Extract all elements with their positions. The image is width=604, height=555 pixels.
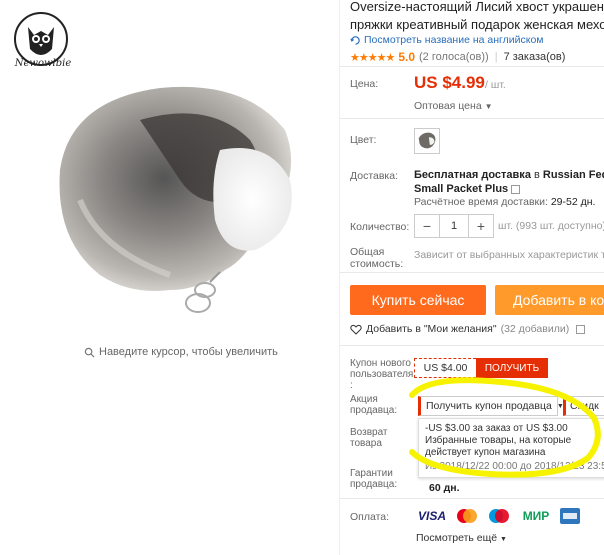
- wholesale-price-label[interactable]: Оптовая цена: [414, 100, 482, 112]
- wishlist-label[interactable]: Добавить в "Мои желания": [366, 323, 497, 335]
- quantity-available: шт. (993 шт. доступно): [498, 220, 604, 232]
- magnifier-icon: [84, 347, 95, 358]
- divider: [340, 66, 604, 67]
- coupon-value: US $4.00: [414, 358, 476, 378]
- returns-label-line: Возврат: [350, 427, 388, 438]
- shipping-method[interactable]: Small Packet Plus: [414, 183, 508, 195]
- price-label: Цена:: [350, 78, 379, 90]
- chevron-down-icon[interactable]: [576, 324, 586, 334]
- warranty-label-line: продавца:: [350, 479, 398, 490]
- product-image-fox-tail[interactable]: [20, 60, 320, 330]
- column-divider: [339, 0, 340, 555]
- zoom-hint: Наведите курсор, чтобы увеличить: [84, 346, 278, 358]
- quantity-plus-button[interactable]: +: [469, 215, 493, 237]
- delivery-label: Доставка:: [350, 170, 399, 182]
- shipping-country[interactable]: Russian Federati: [543, 169, 604, 181]
- total-price-note: Зависит от выбранных характеристик тов: [414, 249, 604, 261]
- returns-label-line: товара: [350, 438, 382, 449]
- see-more-label[interactable]: Посмотреть ещё: [416, 532, 497, 544]
- zoom-hint-text: Наведите курсор, чтобы увеличить: [99, 346, 278, 358]
- delivery-time: Расчётное время доставки: 29-52 дн.: [414, 196, 595, 208]
- shipping-info: Бесплатная доставка в Russian Federati S…: [414, 168, 604, 196]
- new-user-coupon-label-line: Купон нового: [350, 358, 411, 369]
- divider: [340, 272, 604, 273]
- color-label: Цвет:: [350, 134, 377, 146]
- buy-now-button[interactable]: Купить сейчас: [350, 285, 486, 315]
- total-label-line: стоимость:: [350, 258, 404, 270]
- new-user-coupon-label: Купон нового пользователя :: [350, 358, 413, 391]
- product-title-line: пряжки креативный подарок женская мехова: [350, 17, 604, 32]
- separator: |: [494, 51, 498, 63]
- warranty-label-line: Гарантии: [350, 468, 393, 479]
- total-label-line: Общая: [350, 246, 385, 258]
- translate-link-text[interactable]: Посмотреть название на английском: [364, 34, 544, 46]
- total-label: Общая стоимость:: [350, 246, 403, 270]
- shipping-to: в: [534, 169, 540, 181]
- seller-promo-label-line: продавца:: [350, 405, 398, 416]
- quantity-label: Количество:: [350, 221, 410, 233]
- new-user-coupon: US $4.00 ПОЛУЧИТЬ: [414, 358, 548, 378]
- caret-down-icon: ▼: [484, 102, 493, 111]
- seller-coupon-dropdown[interactable]: Получить купон продавца ▼: [418, 396, 564, 416]
- wholesale-price-toggle[interactable]: Оптовая цена ▼: [414, 100, 493, 112]
- quantity-input[interactable]: 1: [439, 215, 469, 237]
- mir-icon: МИР: [522, 509, 550, 523]
- wishlist-count: (32 добавили): [500, 323, 570, 335]
- free-shipping-text: Бесплатная доставка: [414, 169, 531, 181]
- rating-value: 5.0: [398, 50, 415, 64]
- discount-tab[interactable]: Скидк: [563, 396, 604, 416]
- seller-promo-label-line: Акция: [350, 394, 378, 405]
- warranty-label: Гарантии продавца:: [350, 468, 397, 490]
- visa-icon: VISA: [417, 509, 446, 523]
- delivery-time-value: 29-52 дн.: [550, 196, 596, 208]
- product-title-line: Oversize-настоящий Лисий хвост украшения…: [350, 0, 604, 14]
- seller-promo-label: Акция продавца:: [350, 394, 397, 416]
- price-unit: / шт.: [485, 79, 506, 91]
- mastercard-icon: [457, 509, 477, 523]
- payment-methods: VISA МИР: [416, 507, 580, 525]
- translate-title-link[interactable]: Посмотреть название на английском: [350, 34, 544, 46]
- caret-down-icon: ▼: [500, 536, 507, 543]
- translate-icon: [350, 35, 360, 45]
- quantity-minus-button[interactable]: −: [415, 215, 439, 237]
- returns-label: Возврат товара: [350, 427, 388, 449]
- new-user-coupon-label-line: пользователя: [350, 369, 414, 380]
- american-express-icon: [560, 508, 580, 524]
- heart-icon: [350, 324, 362, 335]
- popup-line: -US $3.00 за заказ от US $3.00: [425, 423, 568, 434]
- quantity-stepper[interactable]: − 1 +: [414, 214, 494, 238]
- popup-dates: Из 2018/12/22 00:00 до 2018/12/23 23:59: [425, 461, 604, 472]
- divider: [340, 118, 604, 119]
- maestro-icon: [489, 509, 509, 523]
- see-more-payment[interactable]: Посмотреть ещё ▼: [416, 532, 507, 544]
- seller-coupon-popup: -US $3.00 за заказ от US $3.00 Избранные…: [418, 418, 604, 478]
- popup-line: Избранные товары, на которые: [425, 435, 572, 446]
- delivery-time-label: Расчётное время доставки:: [414, 196, 548, 208]
- color-option-swatch[interactable]: [414, 128, 440, 154]
- price-value: US $4.99: [414, 73, 485, 92]
- product-title: Oversize-настоящий Лисий хвост украшения…: [350, 0, 604, 34]
- chevron-down-icon[interactable]: [511, 184, 521, 194]
- divider: [340, 498, 604, 499]
- rating-stars-icon: ★★★★★: [350, 51, 395, 64]
- new-user-coupon-label-line: :: [350, 380, 353, 391]
- popup-line: действует купон магазина: [425, 447, 546, 458]
- divider: [340, 345, 604, 346]
- rating-votes-link[interactable]: (2 голоса(ов)): [419, 51, 489, 63]
- add-to-cart-button[interactable]: Добавить в ко: [495, 285, 604, 315]
- orders-count: 7 заказа(ов): [503, 51, 566, 63]
- seller-coupon-label[interactable]: Получить купон продавца: [426, 400, 552, 412]
- get-coupon-button[interactable]: ПОЛУЧИТЬ: [476, 358, 548, 378]
- warranty-value: 60 дн.: [429, 482, 460, 494]
- add-to-wishlist[interactable]: Добавить в "Мои желания" (32 добавили): [350, 323, 586, 335]
- payment-label: Оплата:: [350, 511, 390, 523]
- rating-row: ★★★★★ 5.0 (2 голоса(ов)) | 7 заказа(ов): [350, 50, 565, 64]
